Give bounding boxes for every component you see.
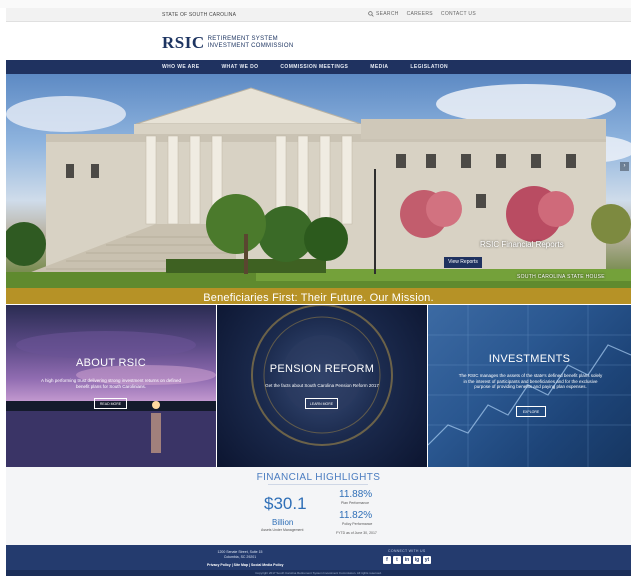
hero-location-label: SOUTH CAROLINA STATE HOUSE	[517, 274, 605, 280]
aum-value: $30.1	[264, 494, 307, 513]
address-line2: Columbia, SC 29201	[223, 554, 257, 559]
nav-item-legislation[interactable]: LEGISLATION	[410, 64, 448, 70]
footer-address: 1200 Senate Street, Suite 15 Columbia, S…	[200, 550, 280, 559]
aum-unit: Billion	[272, 518, 294, 527]
state-label[interactable]: STATE OF SOUTH CAROLINA	[162, 12, 236, 18]
pension-reform-panel[interactable]: PENSION REFORM Get the facts about South…	[217, 305, 427, 467]
logo-text: RETIREMENT SYSTEM INVESTMENT COMMISSION	[208, 36, 294, 50]
financial-highlights: FINANCIAL HIGHLIGHTS $30.1 Billion Asset…	[6, 467, 631, 553]
site-logo[interactable]: RSIC RETIREMENT SYSTEM INVESTMENT COMMIS…	[162, 33, 294, 53]
policy-performance-label: Policy Performance	[342, 522, 373, 526]
copyright: Copyright 2017 South Carolina Retirement…	[6, 570, 631, 576]
financial-divider	[268, 484, 368, 485]
investments-title: INVESTMENTS	[488, 353, 571, 365]
aum-label: Assets Under Management	[261, 528, 304, 532]
logo-line1: RETIREMENT SYSTEM	[207, 36, 278, 42]
contact-link[interactable]: CONTACT US	[441, 11, 476, 17]
connect-label: CONNECT WITH US	[388, 549, 426, 553]
state-house-image	[6, 84, 631, 304]
footer: 1200 Senate Street, Suite 15 Columbia, S…	[6, 545, 631, 570]
about-desc: A high performing trust delivering stron…	[40, 378, 182, 389]
facebook-icon[interactable]: f	[383, 556, 391, 564]
plan-performance-label: Plan Performance	[341, 501, 370, 505]
page: STATE OF SOUTH CAROLINA SEARCH CAREERS C…	[6, 8, 631, 576]
linkedin-icon[interactable]: in	[403, 556, 411, 564]
hero-caption-title: RSIC Financial Reports	[480, 240, 564, 249]
main-nav: WHO WE ARE WHAT WE DO COMMISSION MEETING…	[6, 60, 631, 74]
investments-panel[interactable]: INVESTMENTS The RSIC manages the assets …	[428, 305, 631, 467]
nav-item-who-we-are[interactable]: WHO WE ARE	[162, 64, 199, 70]
tagline-text: Beneficiaries First: Their Future. Our M…	[203, 292, 434, 304]
pension-title: PENSION REFORM	[269, 363, 375, 375]
logo-line2: INVESTMENT COMMISSION	[207, 43, 294, 49]
financial-title: FINANCIAL HIGHLIGHTS	[256, 472, 381, 483]
tagline-banner: Beneficiaries First: Their Future. Our M…	[6, 288, 631, 304]
about-panel[interactable]: ABOUT RSIC A high performing trust deliv…	[6, 305, 216, 467]
policy-performance-value: 11.82%	[339, 510, 373, 521]
search-label: SEARCH	[376, 11, 399, 17]
hero-slider: › RSIC Financial Reports View Reports SO…	[6, 74, 631, 304]
nav-item-media[interactable]: MEDIA	[370, 64, 388, 70]
as-of-date: FYTD as of June 30, 2017	[336, 531, 377, 535]
browser-chrome	[0, 0, 631, 8]
youtube-icon[interactable]: yt	[423, 556, 431, 564]
search-link[interactable]: SEARCH	[368, 11, 399, 17]
logo-mark: RSIC	[162, 33, 205, 52]
about-read-more-button[interactable]: READ MORE	[94, 398, 127, 409]
search-icon	[368, 11, 374, 17]
careers-link[interactable]: CAREERS	[407, 11, 433, 17]
instagram-icon[interactable]: ig	[413, 556, 421, 564]
twitter-icon[interactable]: t	[393, 556, 401, 564]
pension-desc: Get the facts about South Carolina Pensi…	[265, 383, 379, 388]
utility-links: SEARCH CAREERS CONTACT US	[368, 11, 476, 17]
view-reports-button[interactable]: View Reports	[444, 257, 482, 268]
plan-performance-value: 11.88%	[339, 489, 373, 500]
nav-item-what-we-do[interactable]: WHAT WE DO	[221, 64, 258, 70]
investments-explore-button[interactable]: EXPLORE	[516, 406, 546, 417]
utility-bar: STATE OF SOUTH CAROLINA SEARCH CAREERS C…	[6, 8, 631, 22]
nav-item-commission-meetings[interactable]: COMMISSION MEETINGS	[280, 64, 348, 70]
footer-policy-links[interactable]: Privacy Policy | Site Map | Social Media…	[207, 563, 283, 567]
slider-next-arrow[interactable]: ›	[620, 162, 629, 171]
investments-desc: The RSIC manages the assets of the state…	[458, 373, 603, 389]
pension-learn-more-button[interactable]: LEARN MORE	[305, 398, 338, 409]
about-title: ABOUT RSIC	[75, 357, 147, 369]
social-links: f t in ig yt	[383, 556, 431, 564]
